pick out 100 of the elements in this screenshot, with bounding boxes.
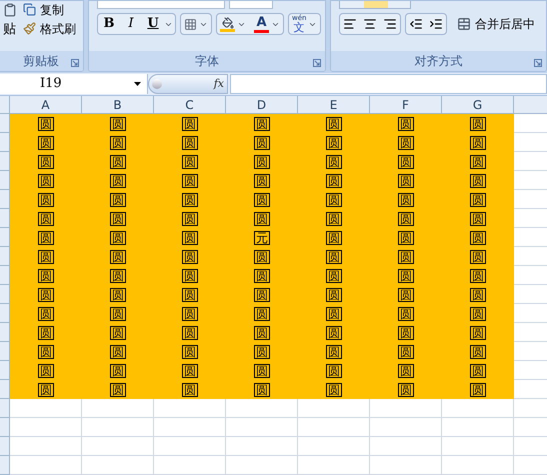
- table-cell: 圆: [226, 304, 298, 323]
- align-left-icon[interactable]: [343, 17, 357, 31]
- row-header[interactable]: [0, 171, 10, 190]
- row-header[interactable]: [0, 209, 10, 228]
- table-cell: 圆: [370, 247, 442, 266]
- column-header[interactable]: A: [10, 96, 82, 113]
- empty-cell: [226, 418, 298, 437]
- empty-cell: [298, 399, 370, 418]
- dialog-launcher-icon[interactable]: [313, 59, 321, 67]
- table-cell: 圆: [226, 285, 298, 304]
- dialog-launcher-icon[interactable]: [534, 59, 542, 67]
- empty-cell: [154, 437, 226, 456]
- column-header[interactable]: D: [226, 96, 298, 113]
- empty-cell: [370, 399, 442, 418]
- table-cell: 圆: [10, 209, 82, 228]
- name-box[interactable]: I19: [0, 74, 148, 94]
- row-header[interactable]: [0, 418, 10, 437]
- row-header[interactable]: [0, 323, 10, 342]
- table-cell: 元: [226, 228, 298, 247]
- group-label: 对齐方式: [414, 53, 462, 70]
- merge-center-button[interactable]: 合并后居中: [457, 15, 535, 33]
- table-cell: 圆: [442, 152, 514, 171]
- empty-cell: [82, 437, 154, 456]
- table-cell: 圆: [370, 133, 442, 152]
- column-header[interactable]: F: [370, 96, 442, 113]
- column-header[interactable]: B: [82, 96, 154, 113]
- increase-indent-icon[interactable]: [429, 17, 443, 31]
- table-cell: 圆: [442, 171, 514, 190]
- empty-cell: [370, 418, 442, 437]
- table-cell: 圆: [10, 247, 82, 266]
- expand-handle-icon[interactable]: [152, 78, 162, 89]
- row-header[interactable]: [0, 152, 10, 171]
- table-cell: 圆: [442, 304, 514, 323]
- row-header[interactable]: [0, 456, 10, 475]
- row-header[interactable]: [0, 228, 10, 247]
- row-header[interactable]: [0, 133, 10, 152]
- table-cell: 圆: [442, 361, 514, 380]
- align-right-icon[interactable]: [383, 17, 397, 31]
- clipboard-button[interactable]: 复制: [23, 3, 76, 16]
- row-header[interactable]: [0, 285, 10, 304]
- row-header[interactable]: [0, 247, 10, 266]
- group-label: 剪贴板: [23, 53, 59, 70]
- dropdown-caret-icon[interactable]: [134, 82, 141, 86]
- table-cell: 圆: [82, 228, 154, 247]
- empty-cell: [226, 399, 298, 418]
- decrease-indent-icon[interactable]: [409, 17, 423, 31]
- row-header[interactable]: [0, 266, 10, 285]
- column-header[interactable]: E: [298, 96, 370, 113]
- italic-button[interactable]: I: [120, 14, 142, 34]
- table-cell: 圆: [370, 190, 442, 209]
- table-cell: 圆: [226, 171, 298, 190]
- table-cell: 圆: [370, 152, 442, 171]
- table-cell: 圆: [10, 114, 82, 133]
- empty-cell: [226, 456, 298, 475]
- empty-cell: [298, 418, 370, 437]
- empty-cell: [370, 456, 442, 475]
- row-header[interactable]: [0, 399, 10, 418]
- insert-function-button[interactable]: fx: [214, 76, 224, 92]
- formula-field[interactable]: [230, 74, 547, 94]
- table-cell: 圆: [442, 266, 514, 285]
- clipboard-button[interactable]: 格式刷: [23, 22, 76, 35]
- dialog-launcher-icon[interactable]: [71, 59, 79, 67]
- group-label: 字体: [195, 53, 219, 70]
- table-cell: 圆: [154, 209, 226, 228]
- paste-label[interactable]: 贴: [3, 23, 16, 36]
- borders-icon[interactable]: [184, 18, 197, 30]
- row-header[interactable]: [0, 342, 10, 361]
- table-cell: 圆: [82, 133, 154, 152]
- table-cell: 圆: [10, 228, 82, 247]
- table-cell: 圆: [154, 133, 226, 152]
- table-cell: 圆: [298, 323, 370, 342]
- column-header[interactable]: G: [442, 96, 514, 113]
- empty-cell: [82, 418, 154, 437]
- bold-button[interactable]: B: [98, 14, 120, 34]
- align-center-icon[interactable]: [363, 17, 377, 31]
- table-cell: 圆: [82, 209, 154, 228]
- table-cell: 圆: [154, 266, 226, 285]
- column-header[interactable]: C: [154, 96, 226, 113]
- table-cell: 圆: [370, 323, 442, 342]
- table-cell: 圆: [10, 285, 82, 304]
- table-cell: 圆: [154, 171, 226, 190]
- underline-button[interactable]: U: [142, 14, 164, 34]
- table-cell: 圆: [370, 304, 442, 323]
- row-header[interactable]: [0, 114, 10, 133]
- fill-color-icon[interactable]: [220, 16, 235, 32]
- table-cell: 圆: [370, 285, 442, 304]
- row-header[interactable]: [0, 380, 10, 399]
- table-cell: 圆: [82, 171, 154, 190]
- table-cell: 圆: [10, 361, 82, 380]
- row-header[interactable]: [0, 304, 10, 323]
- font-color-button[interactable]: A: [254, 16, 269, 32]
- table-cell: 圆: [298, 228, 370, 247]
- table-cell: 圆: [370, 114, 442, 133]
- table-cell: 圆: [154, 190, 226, 209]
- table-cell: 圆: [82, 114, 154, 133]
- row-header[interactable]: [0, 361, 10, 380]
- row-header[interactable]: [0, 190, 10, 209]
- row-header[interactable]: [0, 437, 10, 456]
- paste-icon[interactable]: [3, 3, 17, 17]
- table-cell: 圆: [82, 247, 154, 266]
